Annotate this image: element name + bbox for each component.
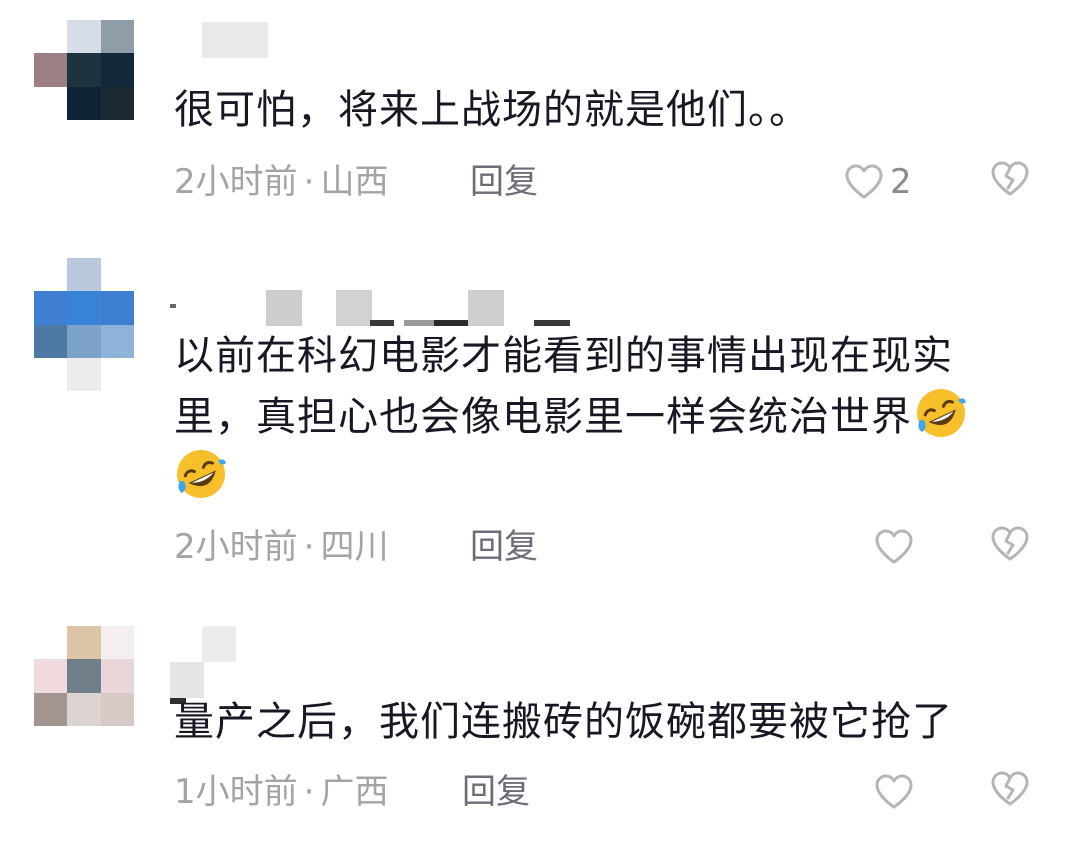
like-count: 2	[890, 162, 912, 202]
broken-heart-icon	[991, 771, 1029, 806]
reply-button[interactable]: 回复	[470, 527, 538, 567]
like-button[interactable]	[874, 525, 914, 569]
comment-meta: 1小时前 · 广西	[174, 772, 388, 812]
like-button[interactable]: 2	[844, 160, 912, 204]
rolling-on-floor-laughing-emoji-icon	[174, 447, 228, 501]
avatar[interactable]	[34, 626, 134, 726]
username[interactable]	[170, 22, 270, 58]
avatar[interactable]	[34, 258, 134, 392]
comment-item: 很可怕，将来上战场的就是他们。。 2小时前 · 山西 回复 2	[0, 0, 1080, 230]
heart-outline-icon	[875, 529, 913, 564]
dislike-button[interactable]	[990, 160, 1030, 204]
dislike-button[interactable]	[990, 770, 1030, 814]
meta-separator: ·	[303, 772, 315, 812]
comment-text: 量产之后，我们连搬砖的饭碗都要被它抢了	[174, 699, 953, 745]
reply-button[interactable]: 回复	[462, 772, 530, 812]
comment-text: 很可怕，将来上战场的就是他们。。	[174, 87, 810, 133]
dislike-button[interactable]	[990, 525, 1030, 569]
meta-separator: ·	[303, 527, 315, 567]
broken-heart-icon	[991, 161, 1029, 196]
comment-item: 以前在科幻电影才能看到的事情出现在现实里，真担心也会像电影里一样会统治世界 2小…	[0, 250, 1080, 600]
comment-meta: 2小时前 · 四川	[174, 527, 388, 567]
comment-time: 2小时前	[174, 162, 298, 202]
avatar[interactable]	[34, 20, 134, 120]
reply-button[interactable]: 回复	[470, 162, 538, 202]
heart-outline-icon	[875, 774, 913, 809]
like-button[interactable]	[874, 770, 914, 814]
comment-location: 广西	[320, 772, 389, 812]
heart-outline-icon	[845, 164, 883, 199]
comment-location: 四川	[320, 527, 389, 567]
comment-time: 2小时前	[174, 527, 298, 567]
broken-heart-icon	[991, 526, 1029, 561]
rolling-on-floor-laughing-emoji-icon	[914, 386, 968, 440]
comment-text-body: 以前在科幻电影才能看到的事情出现在现实里，真担心也会像电影里一样会统治世界	[174, 333, 953, 440]
comment-text: 以前在科幻电影才能看到的事情出现在现实里，真担心也会像电影里一样会统治世界	[174, 326, 1034, 508]
comment-item: 量产之后，我们连搬砖的饭碗都要被它抢了 1小时前 · 广西 回复	[0, 620, 1080, 861]
meta-separator: ·	[303, 162, 315, 202]
username[interactable]	[170, 290, 570, 326]
comment-location: 山西	[320, 162, 389, 202]
comment-meta: 2小时前 · 山西	[174, 162, 388, 202]
comment-time: 1小时前	[174, 772, 298, 812]
